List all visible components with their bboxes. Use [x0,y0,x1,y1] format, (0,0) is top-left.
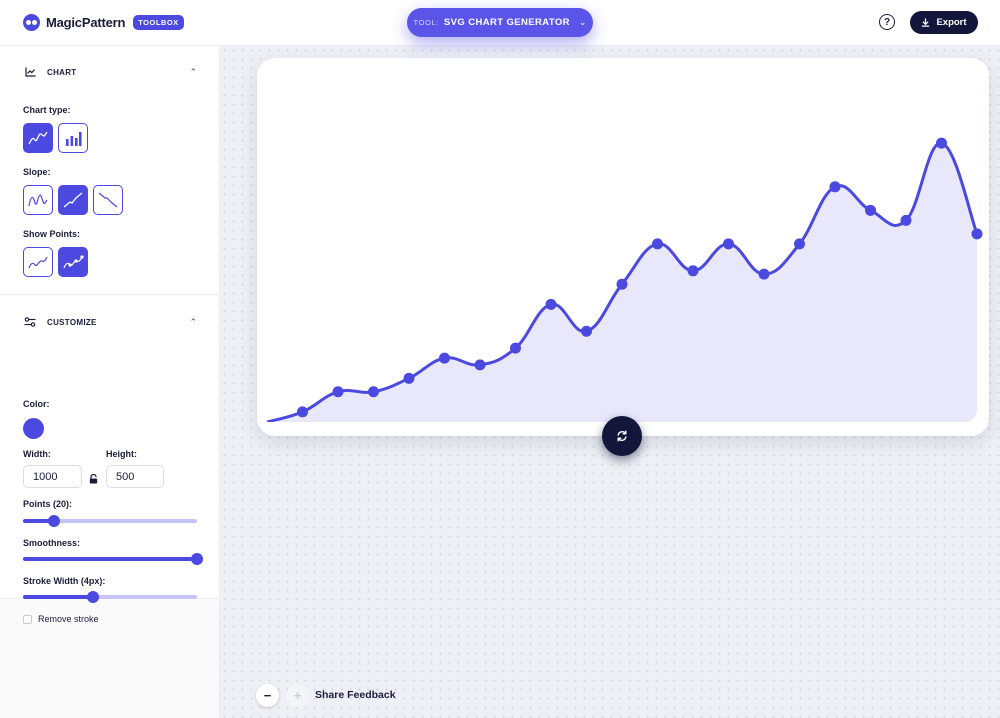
stroke-width-slider-thumb[interactable] [86,591,99,603]
logo-text: MagicPattern [46,15,126,30]
show-points-label: Show Points: [23,229,80,239]
chart-section-title: CHART [47,67,77,77]
chart-point [368,386,379,398]
chart-section-header[interactable]: CHART ⌃ [23,65,197,79]
chart-point [439,352,450,364]
trend-down-icon [98,192,118,208]
chart-point [971,228,983,240]
chart-point [616,278,628,290]
remove-stroke-label[interactable]: Remove stroke [38,614,99,624]
magicpattern-logo-icon [23,14,40,31]
chart-point [403,372,415,384]
smoothness-label: Smoothness: [23,538,81,548]
chart-point [687,265,699,277]
chevron-down-icon: ⌄ [578,17,587,27]
points-slider-thumb[interactable] [48,515,61,527]
chart-point [723,238,734,250]
customize-section: CUSTOMIZE ⌃ Color: Width: Height: 1000 5… [0,296,219,624]
chart-type-line-option[interactable] [23,123,53,153]
stroke-width-slider-fill [23,595,93,599]
line-chart-icon [28,131,48,145]
customize-section-title: CUSTOMIZE [47,317,97,327]
chart-point [297,406,308,418]
height-label: Height: [106,449,137,459]
color-swatch[interactable] [23,418,44,439]
bar-chart-icon [66,132,82,146]
slope-label: Slope: [23,167,51,177]
chart-point [652,238,663,250]
refresh-icon [617,430,627,442]
width-label: Width: [23,449,51,459]
chart-point [545,298,557,310]
zoom-in-button[interactable]: + [286,684,309,707]
chart-type-label: Chart type: [23,105,71,115]
chart-point [794,238,805,250]
stroke-width-label: Stroke Width (4px): [23,576,106,586]
slope-up-option[interactable] [58,185,88,215]
chart-section: CHART ⌃ Chart type: Slope: Show Points: [0,46,219,295]
chart-point [865,204,876,216]
height-input[interactable]: 500 [106,465,164,488]
lock-icon[interactable] [89,474,98,484]
chart-point [474,359,486,371]
share-feedback-link[interactable]: Share Feedback [315,689,396,701]
chart-line-icon [23,65,37,79]
points-label: Points (20): [23,499,73,509]
export-button[interactable]: Export [910,11,978,34]
export-label: Export [936,17,967,28]
top-bar: MagicPattern TOOLBOX TOOL: SVG CHART GEN… [0,0,1000,46]
tool-prefix-label: TOOL: [413,18,439,27]
trend-up-icon [63,192,83,208]
smoothness-slider-thumb[interactable] [191,553,203,565]
line-no-points-icon [28,256,48,269]
stroke-width-slider[interactable] [23,590,197,604]
customize-section-header[interactable]: CUSTOMIZE ⌃ [23,315,197,329]
tool-selector-button[interactable]: TOOL: SVG CHART GENERATOR ⌄ [407,8,593,37]
smoothness-slider-fill [23,557,197,561]
chart-point [936,137,947,149]
points-slider[interactable] [23,514,197,528]
regenerate-button[interactable] [602,416,642,456]
sliders-icon [23,315,37,329]
chart-point [332,386,344,398]
sidebar: CHART ⌃ Chart type: Slope: Show Points: [0,46,220,718]
line-with-points-icon [63,255,84,269]
color-label: Color: [23,399,50,409]
download-icon [922,18,930,27]
chart-type-bar-option[interactable] [58,123,88,153]
chart-svg [266,137,983,422]
chart-preview-card [257,58,989,436]
show-points-off-option[interactable] [23,247,53,277]
smoothness-slider[interactable] [23,552,203,566]
chart-point [829,181,841,193]
canvas-area: − + Share Feedback [220,46,1000,718]
width-input[interactable]: 1000 [23,465,82,488]
slope-down-option[interactable] [93,185,123,215]
chevron-up-icon[interactable]: ⌃ [189,67,197,78]
chart-point [510,342,521,354]
zoom-out-button[interactable]: − [256,684,279,707]
chart-point [758,268,770,280]
slope-random-option[interactable] [23,185,53,215]
chevron-up-icon[interactable]: ⌃ [189,317,197,328]
toolbox-badge[interactable]: TOOLBOX [133,15,184,30]
remove-stroke-checkbox[interactable] [23,615,32,624]
tool-name-label: SVG CHART GENERATOR [443,17,570,28]
logo[interactable]: MagicPattern TOOLBOX [23,14,184,31]
show-points-on-option[interactable] [58,247,88,277]
chart-point [581,325,592,337]
chart-point [900,214,912,226]
help-icon[interactable]: ? [879,14,895,30]
wave-icon [28,194,48,207]
